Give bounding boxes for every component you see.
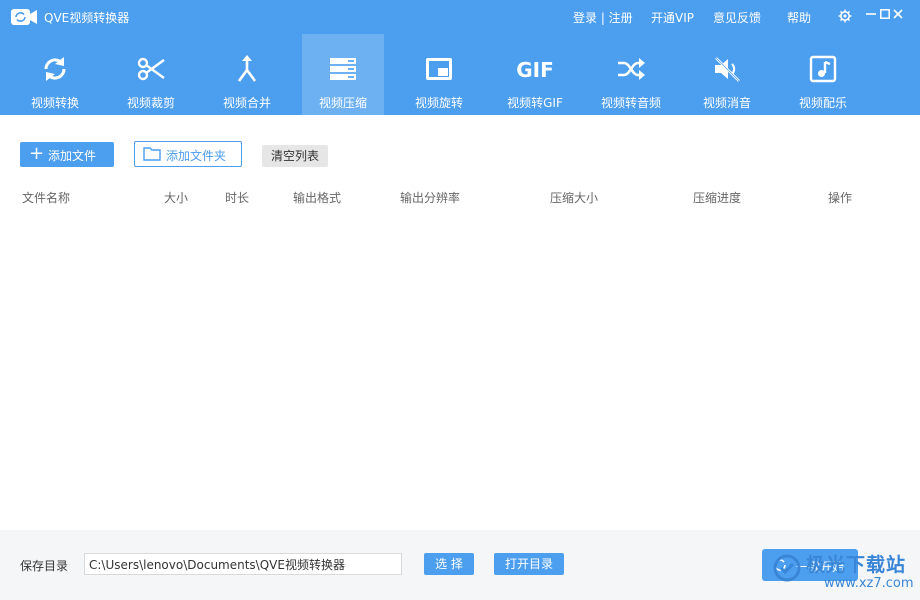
merge-icon [237,55,257,82]
choose-dir-button[interactable]: 选 择 [424,553,474,575]
file-list-area [0,210,920,530]
plus-icon: + [29,143,45,164]
shuffle-icon [618,58,645,80]
tab-video-compress[interactable]: 视频压缩 [302,34,384,115]
title-bar: QVE视频转换器 登录 | 注册 开通VIP 意见反馈 帮助 [0,0,920,34]
folder-icon [143,147,161,161]
login-register-link[interactable]: 登录 | 注册 [573,9,633,26]
add-folder-label: 添加文件夹 [166,149,227,163]
tab-video-to-gif[interactable]: GIF 视频转GIF [494,34,576,115]
watermark: 极光下载站 www.xz7.com [770,545,920,600]
column-header-compress-progress: 压缩进度 [693,191,742,205]
save-dir-label: 保存目录 [20,559,69,573]
tab-label: 视频裁剪 [126,96,175,110]
feedback-link[interactable]: 意见反馈 [713,9,761,26]
watermark-logo-icon [773,554,801,582]
tab-video-crop[interactable]: 视频裁剪 [110,34,192,115]
settings-button[interactable] [836,7,854,25]
column-header-compressed-size: 压缩大小 [550,191,599,205]
column-header-output-resolution: 输出分辨率 [400,191,461,205]
close-icon [893,9,903,19]
gif-icon: GIF [516,58,554,82]
vip-link[interactable]: 开通VIP [651,9,694,26]
add-file-button[interactable]: + 添加文件 [20,142,114,167]
add-folder-button[interactable]: 添加文件夹 [134,141,242,167]
column-header-actions: 操作 [828,191,853,205]
save-path-input[interactable] [84,553,402,575]
tab-video-rotate[interactable]: 视频旋转 [398,34,480,115]
watermark-text: 极光下载站 [806,554,907,576]
scissors-icon [137,57,165,81]
mute-icon [715,57,740,82]
close-button[interactable] [889,7,907,25]
tab-video-mute[interactable]: 视频消音 [686,34,768,115]
maximize-button[interactable] [863,7,890,25]
compress-icon [330,58,356,80]
tab-label: 视频合并 [222,96,271,110]
column-header-size: 大小 [164,191,189,205]
tab-video-merge[interactable]: 视频合并 [206,34,288,115]
music-icon [809,55,837,83]
watermark-url: www.xz7.com [824,576,914,591]
tab-label: 视频转GIF [507,96,563,110]
help-link[interactable]: 帮助 [787,9,811,26]
tab-label: 视频旋转 [414,96,463,110]
column-header-output-format: 输出格式 [293,191,342,205]
tab-video-convert[interactable]: 视频转换 [14,34,96,115]
tab-label: 视频消音 [702,96,751,110]
top-bar: QVE视频转换器 登录 | 注册 开通VIP 意见反馈 帮助 视频转换 视频裁剪… [0,0,920,115]
column-header-duration: 时长 [225,191,250,205]
add-file-label: 添加文件 [48,149,97,163]
column-header-filename: 文件名称 [22,191,71,205]
gear-icon [838,9,852,23]
convert-icon [44,57,66,81]
app-title: QVE视频转换器 [44,11,130,25]
tab-video-music[interactable]: 视频配乐 [782,34,864,115]
rotate-icon [426,58,452,80]
tab-label: 视频配乐 [798,96,847,110]
feature-toolbar: 视频转换 视频裁剪 视频合并 视频压缩 视频旋转 GIF 视频转GIF 视频转音… [0,34,920,115]
app-logo-icon [11,9,37,25]
tab-label: 视频转音频 [600,96,661,110]
tab-label: 视频转换 [30,96,79,110]
tab-label: 视频压缩 [318,96,367,110]
open-dir-button[interactable]: 打开目录 [494,553,564,575]
clear-list-button[interactable]: 清空列表 [262,145,328,167]
tab-video-to-audio[interactable]: 视频转音频 [590,34,672,115]
